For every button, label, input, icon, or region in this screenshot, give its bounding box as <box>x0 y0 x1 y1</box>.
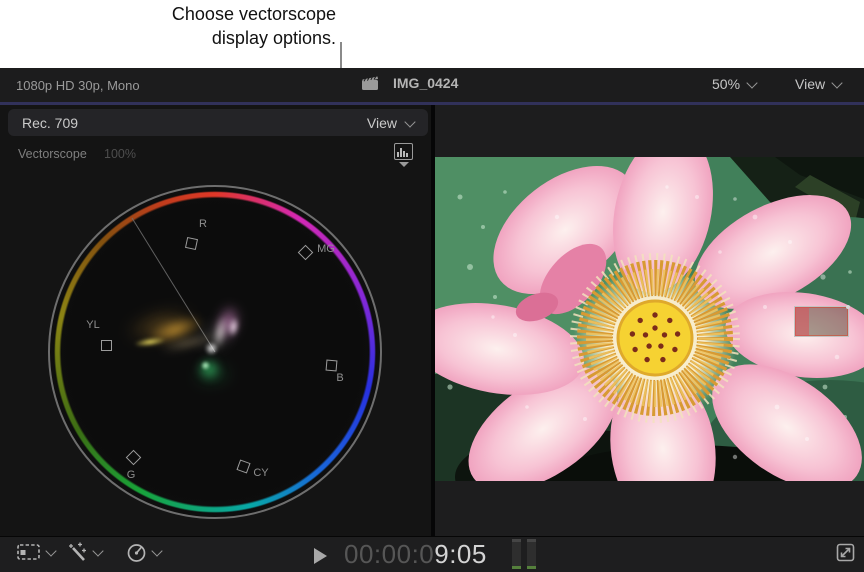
chevron-down-icon <box>404 116 415 127</box>
viewer-top-bar: 1080p HD 30p, Mono IMG_0424 50% View <box>0 68 864 103</box>
trace-green-core <box>200 360 211 371</box>
chevron-down-icon <box>746 77 757 88</box>
format-info: 1080p HD 30p, Mono <box>16 78 140 93</box>
vectorscope-display-options-button[interactable] <box>394 143 414 169</box>
chevron-down-icon <box>151 545 162 556</box>
timecode-dim-digits: 00:00:0 <box>344 539 434 569</box>
zoom-level-dropdown[interactable]: 50% <box>712 76 756 92</box>
target-label-yl: YL <box>86 319 99 331</box>
magic-wand-icon <box>66 542 88 563</box>
zoom-level-value: 50% <box>712 76 740 92</box>
colorspace-bar: Rec. 709 View <box>8 109 428 136</box>
play-button[interactable] <box>314 548 327 564</box>
target-label-g: G <box>127 469 136 481</box>
retime-menu-button[interactable] <box>126 542 161 563</box>
clip-info: IMG_0424 <box>361 75 458 91</box>
chevron-down-icon <box>92 545 103 556</box>
triangle-down-icon <box>399 162 409 167</box>
color-sample-overlay[interactable] <box>794 306 849 337</box>
transport-bar: 00:00:09:05 <box>0 536 864 572</box>
target-box-yellow <box>101 340 112 351</box>
video-frame-lotus-flower <box>435 157 864 481</box>
target-box-red <box>185 237 198 250</box>
chevron-down-icon <box>831 77 842 88</box>
target-label-b: B <box>336 372 343 384</box>
viewer-view-dropdown[interactable]: View <box>795 76 841 92</box>
chevron-down-icon <box>45 545 56 556</box>
color-sample-handle <box>846 305 850 309</box>
enhancements-menu-button[interactable] <box>66 542 102 563</box>
scope-title: Vectorscope <box>18 147 87 161</box>
callout-text: Choose vectorscope display options. <box>0 2 336 50</box>
expand-icon <box>836 543 855 562</box>
viewer-panel <box>435 105 864 536</box>
scopes-view-dropdown[interactable]: View <box>367 115 414 131</box>
audio-meter-right[interactable] <box>527 539 536 569</box>
target-label-r: R <box>199 218 207 230</box>
video-scopes-panel: Rec. 709 View Vectorscope 100% <box>0 105 431 536</box>
callout-line1: Choose vectorscope <box>0 2 336 26</box>
crop-transform-icon <box>16 542 41 562</box>
viewer-view-label: View <box>795 76 825 92</box>
transform-crop-menu-button[interactable] <box>16 542 55 562</box>
vectorscope-display: R MG YL B G CY <box>48 185 382 519</box>
scopes-view-label: View <box>367 115 397 131</box>
audio-meter-left[interactable] <box>512 539 521 569</box>
scope-scale-value: 100% <box>104 147 136 161</box>
target-label-cy: CY <box>253 467 268 479</box>
fullscreen-button[interactable] <box>836 543 855 562</box>
speedometer-icon <box>126 542 147 563</box>
colorspace-label: Rec. 709 <box>22 115 78 131</box>
clip-name: IMG_0424 <box>393 75 458 91</box>
timecode-display[interactable]: 00:00:09:05 <box>344 539 487 570</box>
target-label-mg: MG <box>317 243 335 255</box>
histogram-icon <box>394 143 413 160</box>
timecode-bright-digits: 9:05 <box>434 539 487 569</box>
clapperboard-icon <box>361 75 379 91</box>
callout-line2: display options. <box>0 26 336 50</box>
target-box-blue <box>326 360 338 372</box>
color-sample-strip <box>795 307 809 336</box>
final-cut-pro-viewer: Choose vectorscope display options. 1080… <box>0 0 864 572</box>
